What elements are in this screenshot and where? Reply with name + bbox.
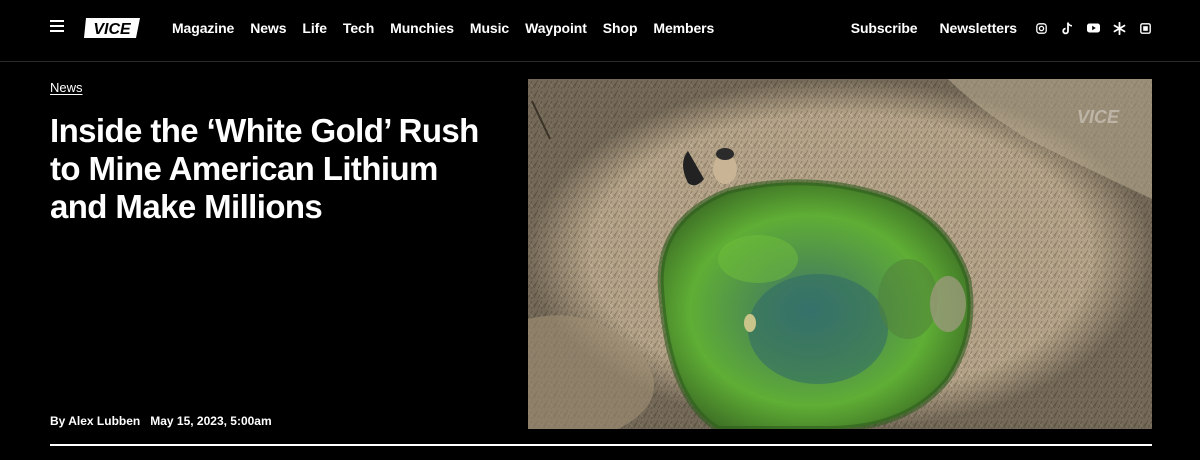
tiktok-icon[interactable] — [1060, 21, 1074, 35]
vice-logo[interactable]: VICE — [82, 15, 144, 41]
author-name[interactable]: By Alex Lubben — [50, 414, 140, 428]
social-links — [1034, 0, 1152, 56]
top-navigation-bar: VICE Magazine News Life Tech Munchies Mu… — [0, 0, 1200, 62]
nav-link-life[interactable]: Life — [302, 20, 327, 36]
category-link[interactable]: News — [50, 80, 83, 95]
asterisk-icon[interactable] — [1112, 21, 1126, 35]
publish-date: May 15, 2023, 5:00am — [150, 414, 272, 428]
hero-watermark: VICE — [1077, 107, 1120, 127]
nav-link-waypoint[interactable]: Waypoint — [525, 20, 587, 36]
account-links: Subscribe Newsletters — [851, 0, 1017, 56]
nav-link-members[interactable]: Members — [653, 20, 714, 36]
newsletters-link[interactable]: Newsletters — [940, 20, 1018, 36]
article-headline: Inside the ‘White Gold’ Rush to Mine Ame… — [50, 112, 479, 225]
nav-link-news[interactable]: News — [250, 20, 286, 36]
youtube-icon[interactable] — [1086, 21, 1100, 35]
nav-link-magazine[interactable]: Magazine — [172, 20, 234, 36]
logo-text: VICE — [93, 21, 132, 38]
nav-link-tech[interactable]: Tech — [343, 20, 374, 36]
main-nav: Magazine News Life Tech Munchies Music W… — [172, 0, 714, 56]
byline: By Alex Lubben May 15, 2023, 5:00am — [50, 414, 272, 428]
subscribe-link[interactable]: Subscribe — [851, 20, 918, 36]
instagram-icon[interactable] — [1034, 21, 1048, 35]
hero-image: VICE — [528, 79, 1152, 429]
hamburger-menu-icon[interactable] — [50, 20, 64, 34]
nav-link-shop[interactable]: Shop — [603, 20, 638, 36]
section-divider — [50, 444, 1152, 446]
nav-link-music[interactable]: Music — [470, 20, 509, 36]
nav-link-munchies[interactable]: Munchies — [390, 20, 454, 36]
flipboard-icon[interactable] — [1138, 21, 1152, 35]
